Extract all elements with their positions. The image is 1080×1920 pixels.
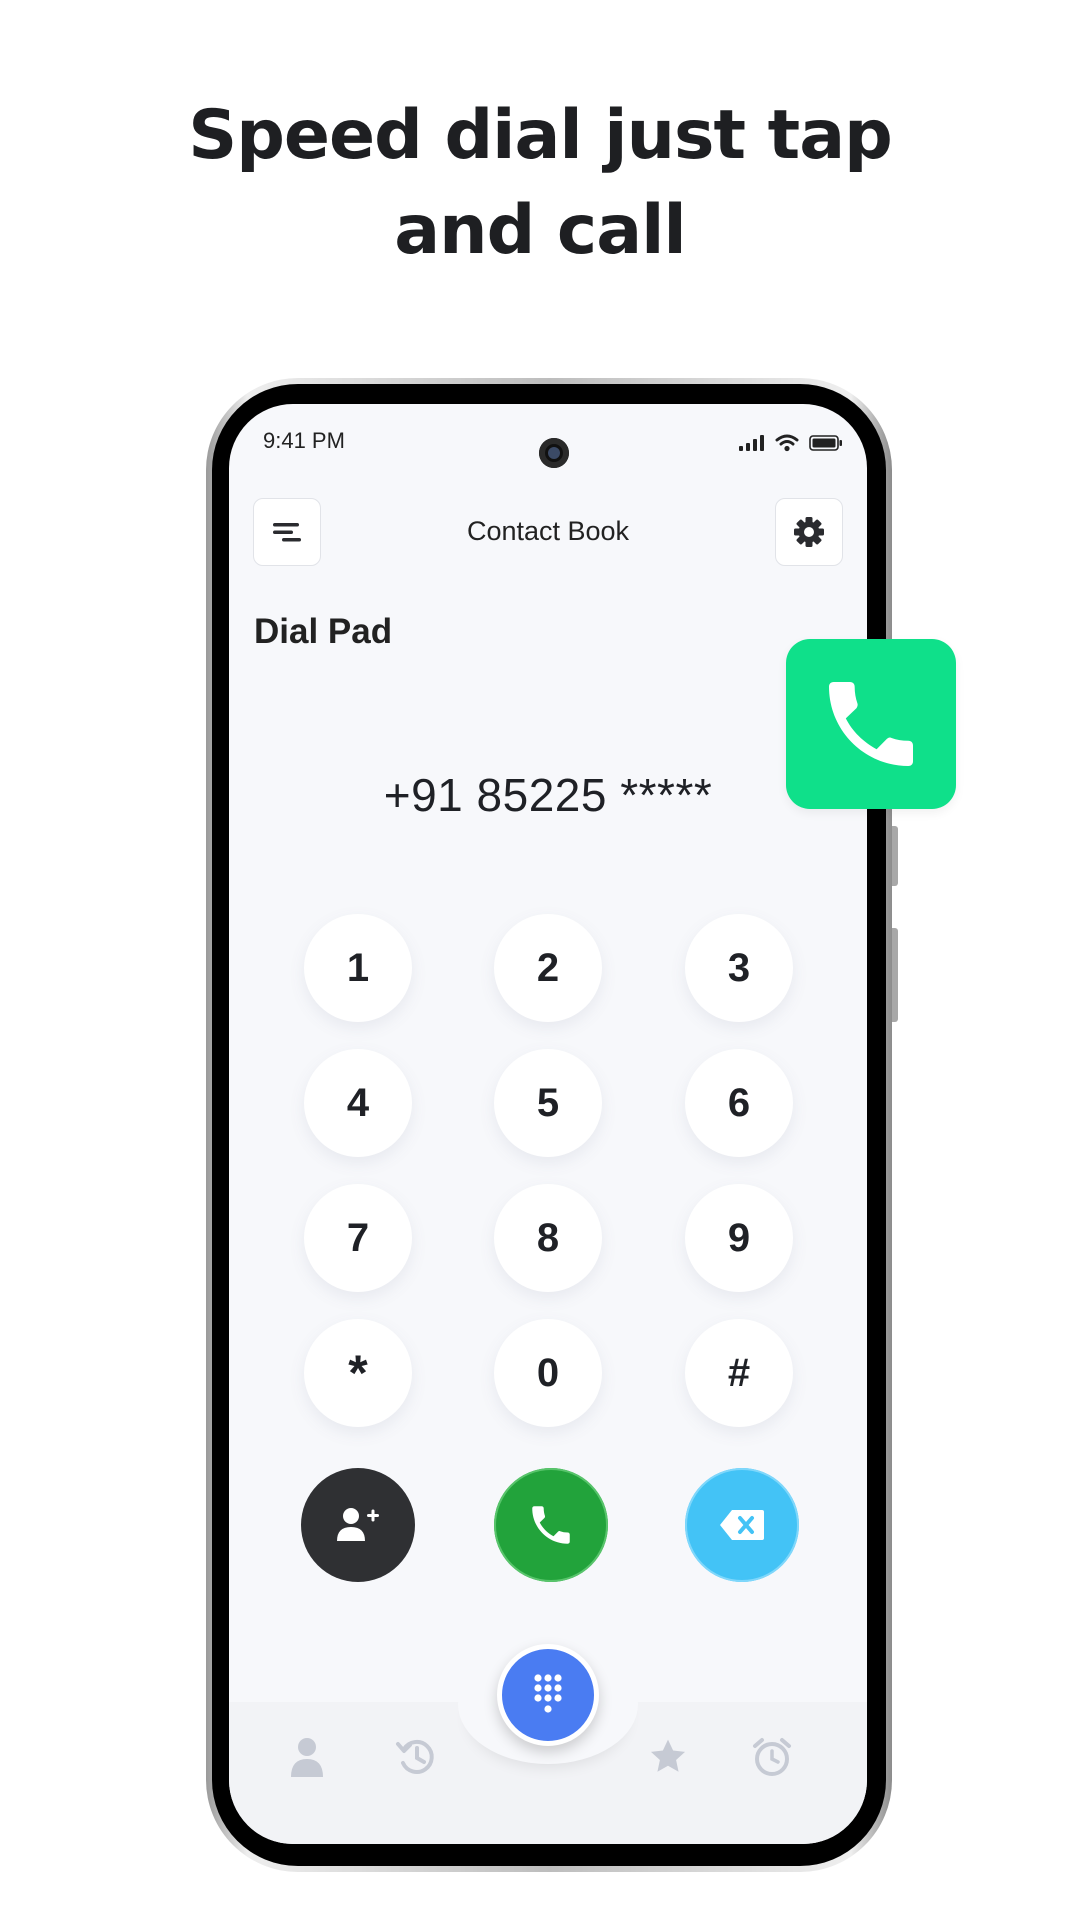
key-2[interactable]: 2 xyxy=(494,914,602,1022)
star-icon xyxy=(650,1739,686,1772)
history-icon xyxy=(396,1739,434,1774)
nav-favorites[interactable] xyxy=(645,1734,691,1780)
key-star[interactable]: * xyxy=(304,1319,412,1427)
status-time: 9:41 PM xyxy=(263,428,345,453)
nav-reminders[interactable] xyxy=(749,1734,795,1780)
contacts-icon xyxy=(291,1738,323,1777)
app-title: Contact Book xyxy=(466,516,630,546)
battery-icon xyxy=(809,435,842,451)
phone-side-button xyxy=(892,826,898,886)
promo-call-tile xyxy=(786,639,956,809)
signal-icon xyxy=(739,435,764,451)
add-contact-button[interactable] xyxy=(301,1468,415,1582)
key-3[interactable]: 3 xyxy=(685,914,793,1022)
key-8[interactable]: 8 xyxy=(494,1184,602,1292)
key-hash[interactable]: # xyxy=(685,1319,793,1427)
alarm-icon xyxy=(753,1738,791,1776)
key-9[interactable]: 9 xyxy=(685,1184,793,1292)
status-bar: 9:41 PM xyxy=(229,426,867,468)
phone-screen: 9:41 PM Contact Book Dial Pad +91 85225 … xyxy=(229,404,867,1844)
headline-line-2: and call xyxy=(394,191,686,270)
backspace-icon xyxy=(720,1510,764,1540)
backspace-button[interactable] xyxy=(685,1468,799,1582)
key-4[interactable]: 4 xyxy=(304,1049,412,1157)
key-0[interactable]: 0 xyxy=(494,1319,602,1427)
phone-icon xyxy=(532,1506,570,1544)
key-5[interactable]: 5 xyxy=(494,1049,602,1157)
phone-volume-button xyxy=(892,928,898,1022)
key-7[interactable]: 7 xyxy=(304,1184,412,1292)
key-1[interactable]: 1 xyxy=(304,914,412,1022)
wifi-icon xyxy=(775,434,799,452)
call-button[interactable] xyxy=(494,1468,608,1582)
promo-headline: Speed dial just tap and call xyxy=(0,88,1080,278)
gear-icon xyxy=(794,517,824,547)
dialpad-icon xyxy=(534,1674,562,1713)
status-icons xyxy=(739,434,843,452)
nav-dialpad-button[interactable] xyxy=(497,1644,599,1746)
page-title: Dial Pad xyxy=(254,612,393,651)
phone-icon xyxy=(829,682,913,766)
dialed-number: +91 85225 ***** xyxy=(383,769,713,821)
nav-history[interactable] xyxy=(394,1734,440,1780)
front-camera xyxy=(539,438,569,468)
headline-line-1: Speed dial just tap xyxy=(188,96,893,175)
settings-button[interactable] xyxy=(775,498,843,566)
add-contact-icon xyxy=(337,1508,379,1541)
key-6[interactable]: 6 xyxy=(685,1049,793,1157)
nav-contacts[interactable] xyxy=(284,1734,330,1780)
app-header: Contact Book xyxy=(253,498,843,566)
